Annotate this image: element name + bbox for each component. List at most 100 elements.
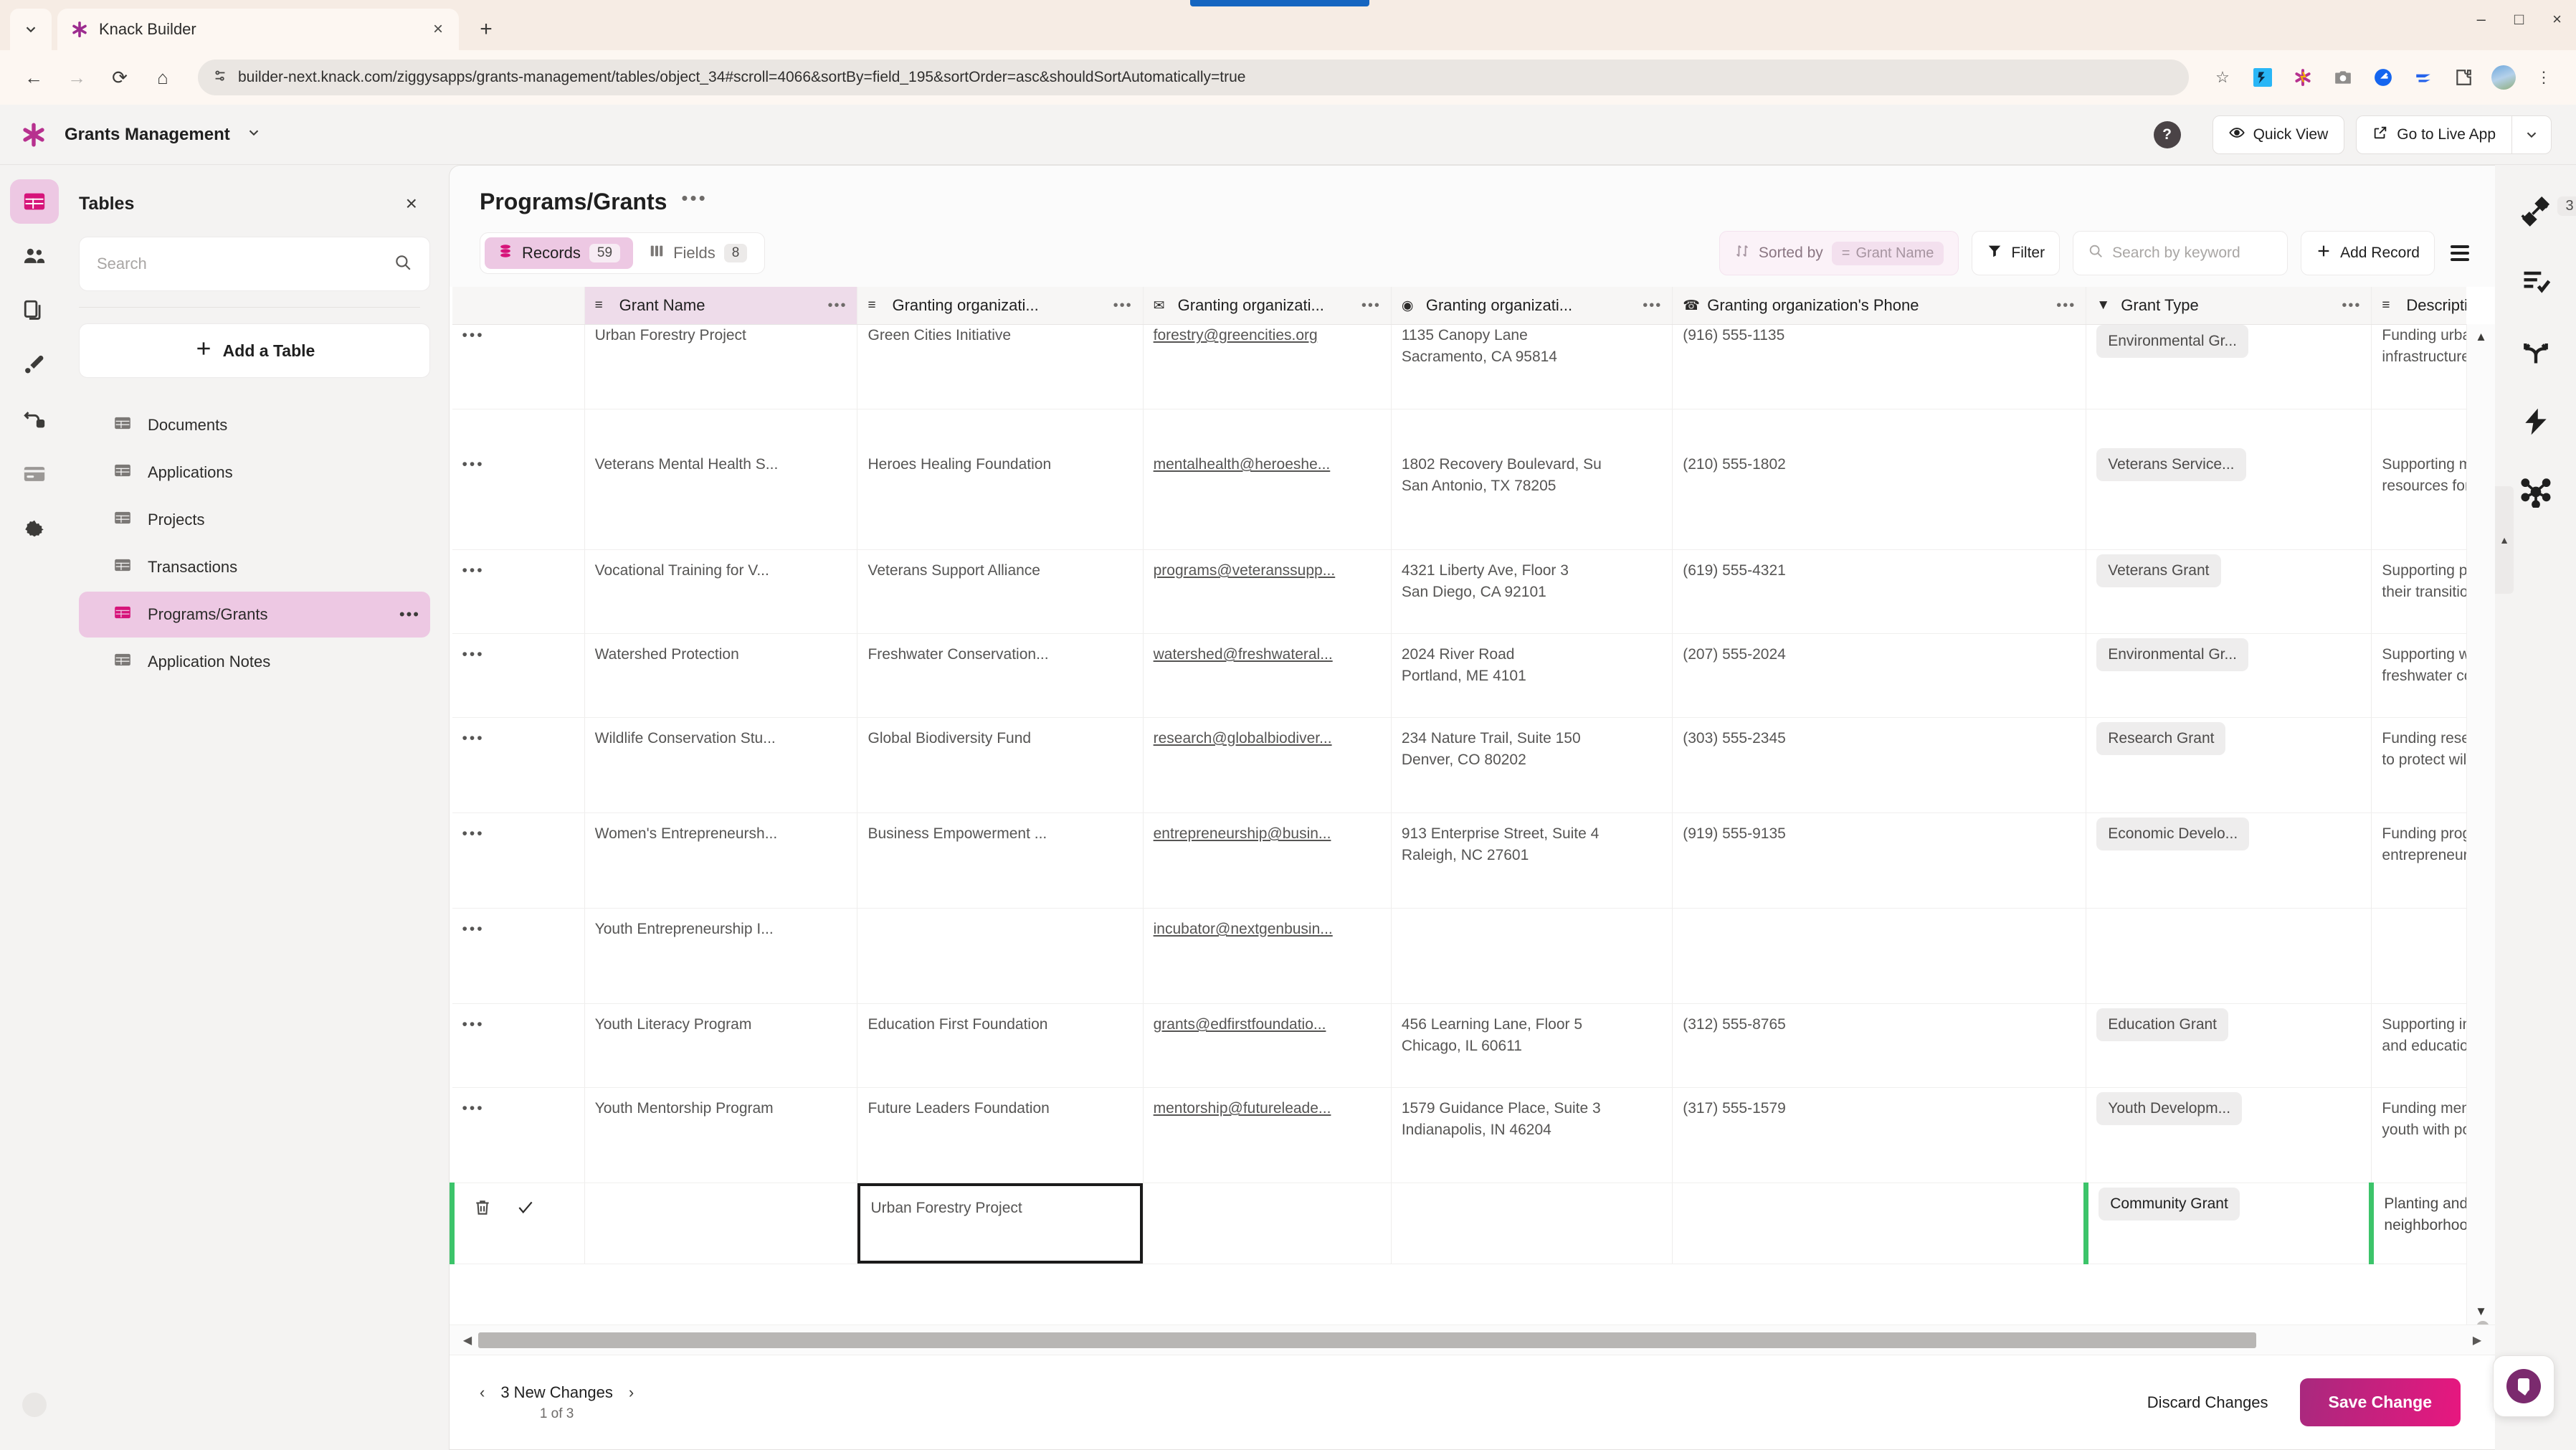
- table-row[interactable]: ••• Women's Entrepreneursh... Business E…: [452, 812, 2466, 909]
- row-menu-icon[interactable]: •••: [452, 549, 585, 634]
- add-record-button[interactable]: Add Record: [2301, 231, 2435, 275]
- plug-icon[interactable]: 3: [2516, 191, 2576, 231]
- col-menu-icon[interactable]: •••: [1113, 298, 1133, 314]
- table-row[interactable]: ••• Vocational Training for V... Veteran…: [452, 549, 2466, 634]
- close-icon[interactable]: ×: [400, 192, 423, 215]
- cell-address[interactable]: [1391, 908, 1673, 1004]
- nav-tables-icon[interactable]: [10, 179, 59, 224]
- cell-grant-type[interactable]: Veterans Grant: [2086, 549, 2372, 634]
- cell-organization[interactable]: [857, 908, 1144, 1004]
- collapse-panel-handle[interactable]: ▲: [2495, 486, 2514, 594]
- cell-grant-name[interactable]: Youth Entrepreneurship I...: [584, 908, 858, 1004]
- row-menu-icon[interactable]: •••: [452, 633, 585, 718]
- clockify-extension-icon[interactable]: [2367, 61, 2400, 94]
- cell-description[interactable]: Funding programs that support women entr…: [2371, 812, 2466, 909]
- cell-email[interactable]: watershed@freshwateral...: [1143, 633, 1392, 718]
- table-row[interactable]: ••• Urban Forestry Project Green Cities …: [452, 324, 2466, 409]
- cell-organization-editing[interactable]: Urban Forestry Project: [857, 1183, 1144, 1264]
- cell-phone[interactable]: (919) 555-9135: [1672, 812, 2087, 909]
- row-menu-icon[interactable]: •••: [452, 908, 585, 1004]
- cell-grant-type-changed[interactable]: Community Grant: [2083, 1183, 2372, 1264]
- cell-grant-name[interactable]: Youth Literacy Program: [584, 1003, 858, 1088]
- row-menu-icon[interactable]: •••: [452, 1087, 585, 1183]
- cell-description[interactable]: Funding urban forestry initiatives and g…: [2371, 324, 2466, 409]
- window-minimize-button[interactable]: –: [2477, 10, 2486, 29]
- jira-extension-icon[interactable]: [2407, 61, 2440, 94]
- table-row[interactable]: ••• Youth Entrepreneurship I... incubato…: [452, 908, 2466, 1004]
- address-bar[interactable]: builder-next.knack.com/ziggysapps/grants…: [198, 60, 2189, 95]
- nav-workflows-icon[interactable]: [10, 397, 59, 442]
- cell-address[interactable]: 234 Nature Trail, Suite 150 Denver, CO 80…: [1391, 717, 1673, 813]
- cell-organization[interactable]: Freshwater Conservation...: [857, 633, 1144, 718]
- cell-organization[interactable]: Education First Foundation: [857, 1003, 1144, 1088]
- home-icon[interactable]: ⌂: [145, 60, 181, 95]
- cell-email-empty[interactable]: [1143, 1183, 1392, 1264]
- back-icon[interactable]: ←: [16, 60, 52, 95]
- browser-menu-icon[interactable]: ⋮: [2527, 61, 2560, 94]
- cell-phone[interactable]: [1672, 908, 2087, 1004]
- cell-organization[interactable]: Heroes Healing Foundation: [857, 409, 1144, 550]
- cell-grant-name[interactable]: Veterans Mental Health S...: [584, 409, 858, 550]
- new-tab-button[interactable]: +: [467, 11, 505, 48]
- scroll-down-arrow-icon[interactable]: ▼: [2467, 1299, 2495, 1325]
- cell-grant-name[interactable]: Urban Forestry Project: [584, 324, 858, 409]
- window-close-button[interactable]: ×: [2552, 10, 2562, 29]
- cell-address-empty[interactable]: [1391, 1183, 1673, 1264]
- col-menu-icon[interactable]: •••: [827, 298, 847, 314]
- screenshot-camera-icon[interactable]: [2327, 61, 2359, 94]
- sidebar-item-projects[interactable]: Projects: [79, 497, 430, 543]
- scroll-right-arrow-icon[interactable]: ▶: [2466, 1333, 2488, 1347]
- cell-grant-name[interactable]: Watershed Protection: [584, 633, 858, 718]
- email-link[interactable]: forestry@greencities.org: [1154, 327, 1318, 343]
- cell-description[interactable]: Supporting watershed protection and fres…: [2371, 633, 2466, 718]
- support-chat-button[interactable]: [2493, 1355, 2554, 1417]
- email-link[interactable]: research@globalbiodiver...: [1154, 730, 1332, 747]
- table-row[interactable]: ••• Wildlife Conservation Stu... Global …: [452, 717, 2466, 813]
- sidebar-item-application-notes[interactable]: Application Notes: [79, 639, 430, 685]
- col-menu-icon[interactable]: •••: [2342, 298, 2361, 314]
- cell-organization[interactable]: Green Cities Initiative: [857, 324, 1144, 409]
- cell-organization[interactable]: Business Empowerment ...: [857, 812, 1144, 909]
- cell-email[interactable]: programs@veteranssupp...: [1143, 549, 1392, 634]
- col-header-granting-organization-email[interactable]: ✉ Granting organizati... •••: [1143, 287, 1392, 325]
- nav-users-icon[interactable]: [10, 234, 59, 278]
- active-cell-editor[interactable]: Urban Forestry Project: [857, 1183, 1143, 1264]
- delete-row-icon[interactable]: [473, 1198, 492, 1224]
- col-header-granting-organization-phone[interactable]: ☎ Granting organization's Phone •••: [1672, 287, 2087, 325]
- profile-avatar[interactable]: [2487, 61, 2520, 94]
- cell-phone[interactable]: (619) 555-4321: [1672, 549, 2087, 634]
- email-link[interactable]: incubator@nextgenbusin...: [1154, 921, 1333, 937]
- nav-design-icon[interactable]: [10, 343, 59, 387]
- cell-description-changed[interactable]: Planting and maintenance of trees in urb…: [2369, 1183, 2466, 1264]
- extensions-puzzle-icon[interactable]: [2447, 61, 2480, 94]
- cell-email[interactable]: forestry@greencities.org: [1143, 324, 1392, 409]
- lightning-icon[interactable]: [2516, 402, 2556, 442]
- add-table-button[interactable]: Add a Table: [79, 323, 430, 378]
- cell-phone[interactable]: (317) 555-1579: [1672, 1087, 2087, 1183]
- grid-vertical-scrollbar[interactable]: ▲ ▼: [2466, 324, 2495, 1325]
- row-menu-icon[interactable]: •••: [452, 812, 585, 909]
- cell-address[interactable]: 2024 River Road Portland, ME 4101: [1391, 633, 1673, 718]
- sidebar-item-menu-icon[interactable]: •••: [399, 605, 420, 624]
- grid-scroll-area[interactable]: ≡ Grant Name ••• ≡ Granting organizati..…: [450, 287, 2466, 1325]
- nodes-icon[interactable]: [2516, 472, 2556, 512]
- tab-list-chevron-icon[interactable]: [10, 9, 52, 50]
- help-icon[interactable]: ?: [2153, 120, 2181, 148]
- cell-grant-type[interactable]: Economic Develo...: [2086, 812, 2372, 909]
- cell-grant-name-empty[interactable]: [584, 1183, 858, 1264]
- cell-email[interactable]: research@globalbiodiver...: [1143, 717, 1392, 813]
- col-header-grant-name[interactable]: ≡ Grant Name •••: [584, 287, 858, 325]
- cell-address[interactable]: 1802 Recovery Boulevard, Su San Antonio, …: [1391, 409, 1673, 550]
- browser-tab[interactable]: Knack Builder ×: [57, 9, 459, 50]
- tables-search-field[interactable]: [79, 237, 430, 291]
- editing-row[interactable]: Urban Forestry Project Community Grant P…: [450, 1183, 2466, 1264]
- sidebar-item-documents[interactable]: Documents: [79, 402, 430, 448]
- email-link[interactable]: mentalhealth@heroeshe...: [1154, 456, 1331, 473]
- grid-horizontal-scrollbar[interactable]: ◀ ▶: [450, 1325, 2495, 1355]
- cell-email[interactable]: mentorship@futureleade...: [1143, 1087, 1392, 1183]
- discard-changes-button[interactable]: Discard Changes: [2147, 1393, 2268, 1412]
- nav-pages-icon[interactable]: [10, 288, 59, 333]
- email-link[interactable]: programs@veteranssupp...: [1154, 562, 1336, 579]
- knack-logo-icon[interactable]: [20, 121, 47, 148]
- cell-description[interactable]: Funding mentorship programs that connect…: [2371, 1087, 2466, 1183]
